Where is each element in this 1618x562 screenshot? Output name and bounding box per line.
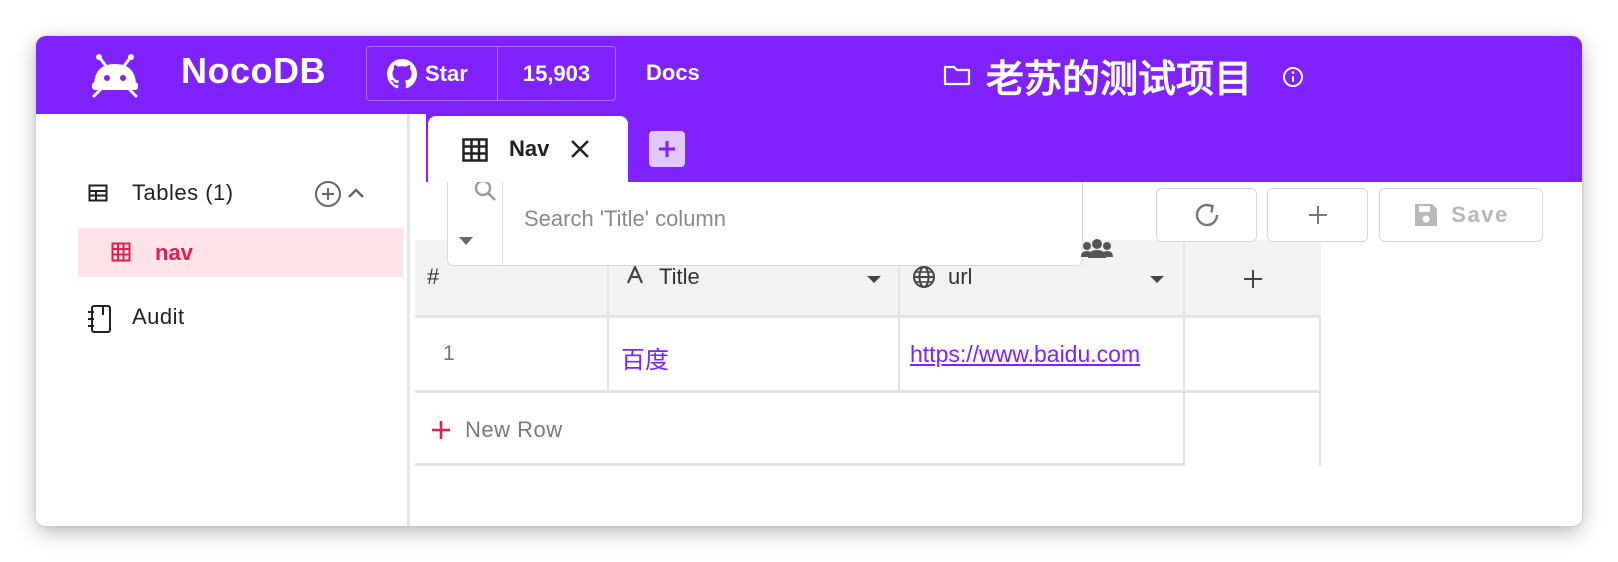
github-star-group: Star 15,903 bbox=[366, 46, 616, 101]
add-row-button[interactable] bbox=[1267, 188, 1368, 242]
tables-section-header[interactable]: Tables (1) bbox=[88, 180, 378, 210]
plus-icon bbox=[659, 141, 675, 157]
tab-strip: Nav bbox=[426, 114, 1582, 184]
column-menu-caret-icon[interactable] bbox=[1150, 276, 1164, 283]
chevron-up-icon[interactable] bbox=[346, 184, 366, 202]
column-header-label: url bbox=[948, 264, 973, 289]
search-field-selector[interactable] bbox=[448, 182, 503, 266]
search-input[interactable] bbox=[524, 204, 1044, 234]
column-header-label: # bbox=[427, 264, 440, 289]
table-row[interactable]: 1 百度 https://www.baidu.com bbox=[415, 318, 1321, 393]
project-title: 老苏的测试项目 bbox=[986, 59, 1253, 101]
close-icon[interactable] bbox=[569, 138, 591, 160]
table-icon bbox=[88, 184, 108, 202]
data-grid: # Title url 1 百度 https://www.baidu.com N… bbox=[415, 240, 1321, 466]
brand-name: NocoDB bbox=[181, 50, 326, 91]
info-icon[interactable] bbox=[1282, 66, 1304, 88]
title-value: 百度 bbox=[621, 347, 669, 374]
row-index: 1 bbox=[443, 342, 455, 365]
github-star-count-button[interactable]: 15,903 bbox=[498, 47, 615, 100]
new-row-button[interactable]: New Row bbox=[415, 393, 1185, 466]
github-icon bbox=[387, 58, 417, 88]
column-header-label: Title bbox=[659, 264, 700, 289]
search-icon bbox=[474, 182, 496, 201]
add-table-icon[interactable] bbox=[314, 180, 342, 208]
app-window: NocoDB Star 15,903 Docs 老苏的测试项目 Nav Tabl… bbox=[36, 36, 1582, 526]
github-star-label: Star bbox=[425, 60, 468, 86]
grid-icon bbox=[462, 138, 488, 162]
text-type-icon bbox=[626, 265, 644, 284]
notebook-icon bbox=[88, 305, 111, 333]
column-menu-caret-icon[interactable] bbox=[867, 276, 881, 283]
plus-icon bbox=[432, 421, 450, 439]
chevron-down-icon bbox=[459, 237, 473, 245]
reload-button[interactable] bbox=[1156, 188, 1257, 242]
add-column-button[interactable] bbox=[1185, 240, 1321, 315]
docs-link[interactable]: Docs bbox=[646, 60, 700, 86]
github-star-count: 15,903 bbox=[522, 60, 591, 86]
sidebar-item-audit[interactable]: Audit bbox=[86, 302, 386, 336]
search-box bbox=[447, 182, 1083, 266]
main-content: # Title url 1 百度 https://www.baidu.com N… bbox=[413, 182, 1582, 526]
grid-icon bbox=[111, 242, 131, 262]
add-tab-button[interactable] bbox=[649, 131, 685, 167]
save-label: Save bbox=[1451, 202, 1509, 227]
top-header: NocoDB Star 15,903 Docs 老苏的测试项目 bbox=[36, 36, 1582, 114]
sidebar-item-label: Audit bbox=[132, 304, 185, 329]
sidebar: Tables (1) nav Audit bbox=[36, 114, 410, 526]
github-star-button[interactable]: Star bbox=[367, 47, 498, 100]
save-icon bbox=[1415, 204, 1438, 226]
tables-section-label: Tables (1) bbox=[132, 180, 234, 205]
tab-label: Nav bbox=[509, 136, 550, 161]
save-button[interactable]: Save bbox=[1379, 188, 1543, 242]
refresh-icon bbox=[1195, 203, 1218, 227]
nocodb-logo-icon[interactable] bbox=[88, 52, 142, 98]
new-row-label: New Row bbox=[465, 417, 563, 442]
sidebar-item-nav[interactable]: nav bbox=[78, 228, 403, 277]
plus-icon bbox=[1308, 206, 1327, 224]
folder-icon bbox=[943, 65, 971, 86]
title-cell[interactable]: 百度 bbox=[609, 318, 900, 390]
url-link[interactable]: https://www.baidu.com bbox=[910, 341, 1140, 368]
url-cell[interactable]: https://www.baidu.com bbox=[900, 318, 1185, 390]
row-index-cell: 1 bbox=[415, 318, 609, 390]
users-icon[interactable] bbox=[1081, 238, 1113, 260]
plus-icon bbox=[1244, 270, 1262, 288]
tab-nav[interactable]: Nav bbox=[428, 116, 628, 184]
sidebar-item-label: nav bbox=[155, 240, 193, 265]
globe-icon bbox=[913, 266, 935, 288]
